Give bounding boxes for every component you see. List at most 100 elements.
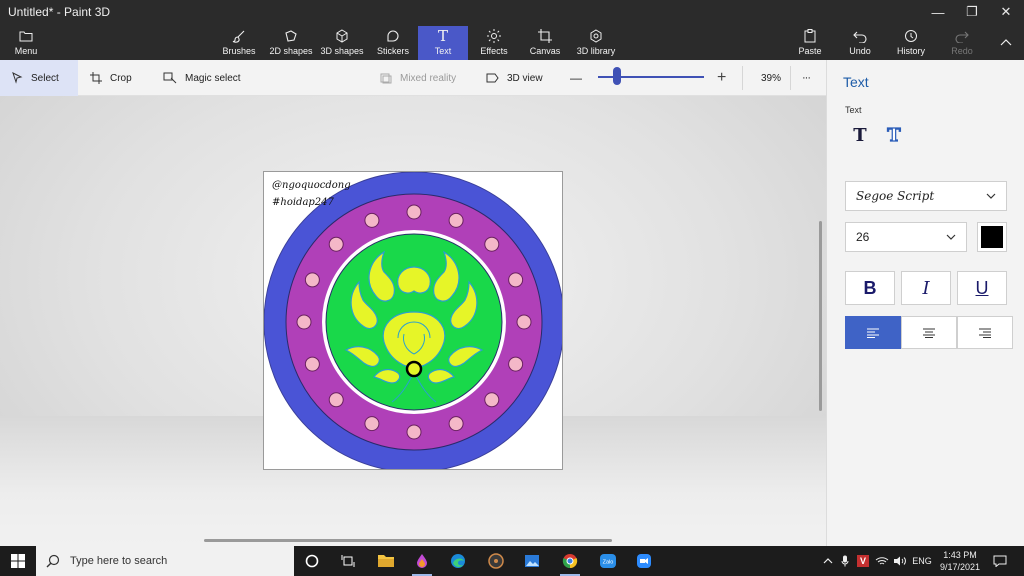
horizontal-scrollbar[interactable] — [204, 539, 612, 542]
chrome-icon — [562, 554, 578, 569]
text-color-swatch[interactable] — [977, 222, 1007, 252]
align-right-button[interactable] — [957, 316, 1013, 349]
artboard[interactable]: @ngoquocdong #hoidap247 — [263, 171, 563, 470]
3d-view-toggle[interactable]: 3D view — [486, 60, 543, 96]
text-type-label: Text — [845, 105, 862, 115]
tab-brushes[interactable]: Brushes — [218, 26, 260, 60]
tab-2d-shapes[interactable]: 2D shapes — [268, 26, 314, 60]
search-icon — [46, 554, 60, 568]
decorative-dot — [406, 204, 422, 220]
restore-button[interactable]: ❐ — [955, 0, 989, 24]
undo-button[interactable]: Undo — [846, 26, 874, 60]
collapse-ribbon-chevron-icon[interactable] — [989, 30, 1023, 54]
3d-text-icon[interactable]: T — [883, 124, 905, 146]
zoom-in-button[interactable]: + — [717, 60, 726, 96]
3d-view-icon — [486, 73, 499, 83]
tab-stickers[interactable]: Stickers — [372, 26, 414, 60]
undo-icon — [853, 28, 867, 44]
cortana-button[interactable] — [298, 546, 326, 576]
task-view-button[interactable] — [334, 546, 362, 576]
3d-library-icon — [589, 28, 603, 44]
crop-tool[interactable]: Crop — [90, 60, 132, 96]
watermark-line-2: #hoidap247 — [272, 197, 334, 208]
microphone-icon[interactable] — [838, 546, 852, 576]
tab-text[interactable]: T Text — [418, 26, 468, 60]
crop-label: Crop — [110, 72, 132, 84]
taskbar-media-app[interactable] — [482, 546, 510, 576]
italic-button[interactable]: I — [901, 271, 951, 305]
zoom-out-button[interactable]: — — [570, 60, 582, 96]
close-button[interactable]: ✕ — [989, 0, 1023, 24]
tab-3d-library[interactable]: 3D library — [574, 26, 618, 60]
taskbar-photos[interactable] — [518, 546, 546, 576]
brush-icon — [232, 28, 246, 44]
taskbar-paint3d[interactable] — [408, 546, 436, 576]
decorative-dot — [448, 416, 464, 432]
zalo-icon: Zalo — [600, 554, 616, 568]
show-hidden-icons-chevron-icon[interactable] — [822, 546, 834, 576]
volume-icon[interactable] — [892, 546, 908, 576]
decorative-dot — [328, 236, 344, 252]
history-label: History — [896, 46, 925, 56]
taskbar-zalo[interactable]: Zalo — [594, 546, 622, 576]
undo-label: Undo — [849, 46, 871, 56]
2d-text-icon[interactable]: T — [849, 124, 871, 146]
cube-icon — [335, 28, 349, 44]
taskbar-clock[interactable]: 1:43 PM 9/17/2021 — [934, 549, 986, 573]
mixed-reality-button[interactable]: Mixed reality — [380, 60, 456, 96]
select-tool[interactable]: Select — [0, 60, 78, 96]
taskbar-file-explorer[interactable] — [372, 546, 400, 576]
photos-icon — [525, 555, 539, 567]
wifi-icon[interactable] — [874, 546, 890, 576]
disc-icon — [488, 553, 504, 569]
redo-button[interactable]: Redo — [950, 26, 974, 60]
align-center-icon — [923, 328, 935, 338]
menu-label: Menu — [14, 46, 38, 56]
paste-button[interactable]: Paste — [794, 26, 826, 60]
zoom-video-icon — [637, 554, 651, 568]
taskbar-zoom[interactable] — [630, 546, 658, 576]
tab-text-label: Text — [434, 46, 452, 56]
folder-icon — [19, 28, 33, 44]
taskbar-edge[interactable] — [444, 546, 472, 576]
v-app-tray-icon[interactable]: V — [856, 546, 870, 576]
vertical-scrollbar[interactable] — [819, 221, 822, 411]
align-left-icon — [867, 328, 879, 338]
notifications-icon[interactable] — [990, 546, 1010, 576]
start-button[interactable] — [0, 546, 36, 576]
underline-button[interactable]: U — [957, 271, 1007, 305]
folder-icon — [378, 555, 394, 567]
taskbar-chrome[interactable] — [556, 546, 584, 576]
language-indicator[interactable]: ENG — [910, 546, 934, 576]
font-family-dropdown[interactable]: Segoe Script — [845, 181, 1007, 211]
3d-view-label: 3D view — [507, 72, 543, 84]
zoom-value[interactable]: 39% — [761, 60, 781, 96]
font-size-dropdown[interactable]: 26 — [845, 222, 967, 252]
tab-3d-shapes[interactable]: 3D shapes — [319, 26, 365, 60]
taskbar-search-box[interactable]: Type here to search — [36, 546, 294, 576]
decorative-dot — [296, 314, 312, 330]
divider — [790, 66, 791, 90]
align-center-button[interactable] — [901, 316, 957, 349]
workspace: @ngoquocdong #hoidap247 — [0, 96, 826, 546]
v-app-tray-label: V — [857, 555, 869, 567]
align-right-icon — [979, 328, 991, 338]
decorative-dot — [304, 272, 320, 288]
menu-button[interactable]: Menu — [8, 26, 44, 60]
bold-button[interactable]: B — [845, 271, 895, 305]
minimize-button[interactable]: — — [921, 0, 955, 24]
more-options-button[interactable]: ··· — [802, 60, 811, 96]
chevron-down-icon — [946, 234, 956, 240]
decorative-dot — [304, 356, 320, 372]
tab-canvas[interactable]: Canvas — [527, 26, 563, 60]
decorative-dot — [364, 416, 380, 432]
magic-select-tool[interactable]: Magic select — [163, 60, 241, 96]
zoom-slider-thumb[interactable] — [613, 67, 621, 85]
decorative-dot — [508, 272, 524, 288]
watermark-line-1: @ngoquocdong — [272, 180, 351, 191]
history-button[interactable]: History — [894, 26, 928, 60]
align-left-button[interactable] — [845, 316, 901, 349]
decorative-dot — [448, 212, 464, 228]
tab-effects[interactable]: Effects — [474, 26, 514, 60]
color-fill — [981, 226, 1003, 248]
